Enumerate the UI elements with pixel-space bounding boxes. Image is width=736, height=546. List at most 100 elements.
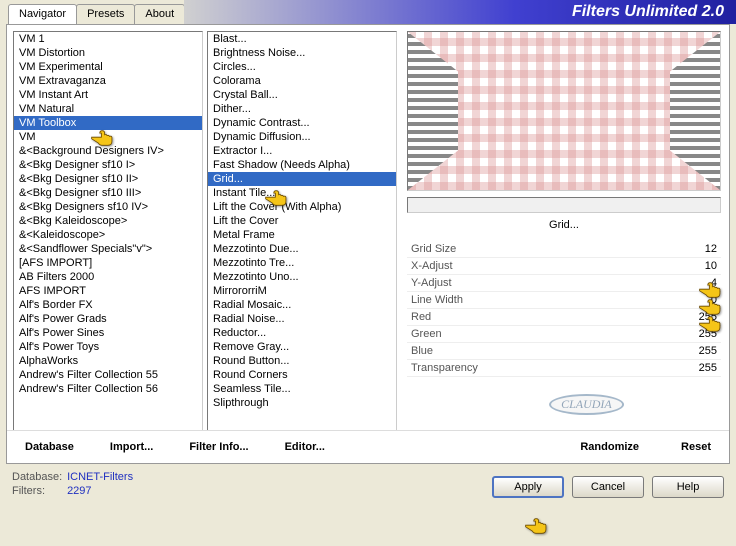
- param-value: 255: [687, 328, 717, 340]
- param-label: Transparency: [411, 362, 478, 374]
- current-filter-name: Grid...: [407, 213, 721, 237]
- filter-item[interactable]: Lift the Cover: [208, 214, 396, 228]
- filter-item[interactable]: Mezzotinto Uno...: [208, 270, 396, 284]
- category-list[interactable]: VM 1VM DistortionVM ExperimentalVM Extra…: [13, 31, 203, 457]
- filter-item[interactable]: Dynamic Contrast...: [208, 116, 396, 130]
- category-item[interactable]: Alf's Border FX: [14, 298, 202, 312]
- tab-bar: Navigator Presets About: [8, 4, 184, 24]
- param-value: 255: [687, 311, 717, 323]
- category-item[interactable]: Alf's Power Toys: [14, 340, 202, 354]
- filter-item[interactable]: MirrororriM: [208, 284, 396, 298]
- category-item[interactable]: &<Bkg Designer sf10 II>: [14, 172, 202, 186]
- param-value: 10: [687, 260, 717, 272]
- param-row[interactable]: Grid Size 12: [407, 241, 721, 258]
- parameter-list: Grid Size 12 X-Adjust 10 Y-Adjust 4 Line Width…: [407, 241, 721, 377]
- category-item[interactable]: Andrew's Filter Collection 55: [14, 368, 202, 382]
- category-item[interactable]: AB Filters 2000: [14, 270, 202, 284]
- filter-item[interactable]: Round Button...: [208, 354, 396, 368]
- param-value: 255: [687, 345, 717, 357]
- import-button[interactable]: Import...: [104, 439, 159, 455]
- filter-item[interactable]: Metal Frame: [208, 228, 396, 242]
- param-label: Grid Size: [411, 243, 456, 255]
- filter-item[interactable]: Seamless Tile...: [208, 382, 396, 396]
- footer-info: Database: ICNET-Filters Filters: 2297: [12, 470, 133, 498]
- database-button[interactable]: Database: [19, 439, 80, 455]
- filter-item[interactable]: Radial Noise...: [208, 312, 396, 326]
- category-item[interactable]: AlphaWorks: [14, 354, 202, 368]
- category-item[interactable]: [AFS IMPORT]: [14, 256, 202, 270]
- category-item[interactable]: VM Toolbox: [14, 116, 202, 130]
- category-item[interactable]: Alf's Power Sines: [14, 326, 202, 340]
- filter-item[interactable]: Colorama: [208, 74, 396, 88]
- filter-item[interactable]: Mezzotinto Due...: [208, 242, 396, 256]
- param-row[interactable]: Blue 255: [407, 343, 721, 360]
- param-row[interactable]: X-Adjust 10: [407, 258, 721, 275]
- category-item[interactable]: &<Background Designers IV>: [14, 144, 202, 158]
- preview-scrollbar[interactable]: [407, 197, 721, 213]
- filter-item[interactable]: Extractor I...: [208, 144, 396, 158]
- cancel-button[interactable]: Cancel: [572, 476, 644, 498]
- category-item[interactable]: VM Natural: [14, 102, 202, 116]
- param-row[interactable]: Y-Adjust 4: [407, 275, 721, 292]
- category-item[interactable]: Andrew's Filter Collection 56: [14, 382, 202, 396]
- filter-item[interactable]: Brightness Noise...: [208, 46, 396, 60]
- param-row[interactable]: Line Width0: [407, 292, 721, 309]
- param-value: 4: [687, 277, 717, 289]
- filter-item[interactable]: Grid...: [208, 172, 396, 186]
- preview-area: [407, 31, 721, 191]
- category-item[interactable]: &<Bkg Designer sf10 III>: [14, 186, 202, 200]
- category-item[interactable]: VM 1: [14, 32, 202, 46]
- filter-item[interactable]: Mezzotinto Tre...: [208, 256, 396, 270]
- param-label: Blue: [411, 345, 433, 357]
- category-item[interactable]: &<Sandflower Specials"v">: [14, 242, 202, 256]
- filter-item[interactable]: Circles...: [208, 60, 396, 74]
- filter-item[interactable]: Fast Shadow (Needs Alpha): [208, 158, 396, 172]
- filter-item[interactable]: Dynamic Diffusion...: [208, 130, 396, 144]
- param-value: 255: [687, 362, 717, 374]
- category-item[interactable]: VM Extravaganza: [14, 74, 202, 88]
- filter-item[interactable]: Blast...: [208, 32, 396, 46]
- filter-item[interactable]: Round Corners: [208, 368, 396, 382]
- param-value: 0: [687, 294, 717, 306]
- title-bar: Filters Unlimited 2.0: [184, 0, 736, 24]
- randomize-button[interactable]: Randomize: [574, 439, 645, 455]
- filter-item[interactable]: Lift the Cover (With Alpha): [208, 200, 396, 214]
- editor-button[interactable]: Editor...: [279, 439, 331, 455]
- reset-button[interactable]: Reset: [675, 439, 717, 455]
- category-item[interactable]: VM Distortion: [14, 46, 202, 60]
- filter-item[interactable]: Radial Mosaic...: [208, 298, 396, 312]
- apply-button[interactable]: Apply: [492, 476, 564, 498]
- category-item[interactable]: VM Instant Art: [14, 88, 202, 102]
- filter-item[interactable]: Dither...: [208, 102, 396, 116]
- category-item[interactable]: VM Experimental: [14, 60, 202, 74]
- tab-presets[interactable]: Presets: [76, 4, 135, 24]
- filter-item[interactable]: Reductor...: [208, 326, 396, 340]
- filter-item[interactable]: Crystal Ball...: [208, 88, 396, 102]
- param-label: Red: [411, 311, 431, 323]
- filter-item[interactable]: Instant Tile...: [208, 186, 396, 200]
- filter-item[interactable]: Remove Gray...: [208, 340, 396, 354]
- category-item[interactable]: &<Kaleidoscope>: [14, 228, 202, 242]
- param-value: 12: [687, 243, 717, 255]
- param-label: Y-Adjust: [411, 277, 452, 289]
- category-item[interactable]: &<Bkg Designers sf10 IV>: [14, 200, 202, 214]
- app-title: Filters Unlimited 2.0: [572, 3, 724, 21]
- param-row[interactable]: Green 255: [407, 326, 721, 343]
- tab-about[interactable]: About: [134, 4, 185, 24]
- category-item[interactable]: &<Bkg Designer sf10 I>: [14, 158, 202, 172]
- pointer-icon: [524, 516, 550, 536]
- filter-item[interactable]: Slipthrough: [208, 396, 396, 410]
- category-item[interactable]: AFS IMPORT: [14, 284, 202, 298]
- param-row[interactable]: Transparency 255: [407, 360, 721, 377]
- watermark: CLAUDIA: [549, 394, 624, 415]
- category-item[interactable]: VM: [14, 130, 202, 144]
- category-item[interactable]: &<Bkg Kaleidoscope>: [14, 214, 202, 228]
- tab-navigator[interactable]: Navigator: [8, 4, 77, 24]
- help-button[interactable]: Help: [652, 476, 724, 498]
- filter-list[interactable]: Blast...Brightness Noise...Circles...Col…: [207, 31, 397, 457]
- param-label: Green: [411, 328, 442, 340]
- param-label: X-Adjust: [411, 260, 453, 272]
- filter-info-button[interactable]: Filter Info...: [183, 439, 254, 455]
- category-item[interactable]: Alf's Power Grads: [14, 312, 202, 326]
- param-row[interactable]: Red 255: [407, 309, 721, 326]
